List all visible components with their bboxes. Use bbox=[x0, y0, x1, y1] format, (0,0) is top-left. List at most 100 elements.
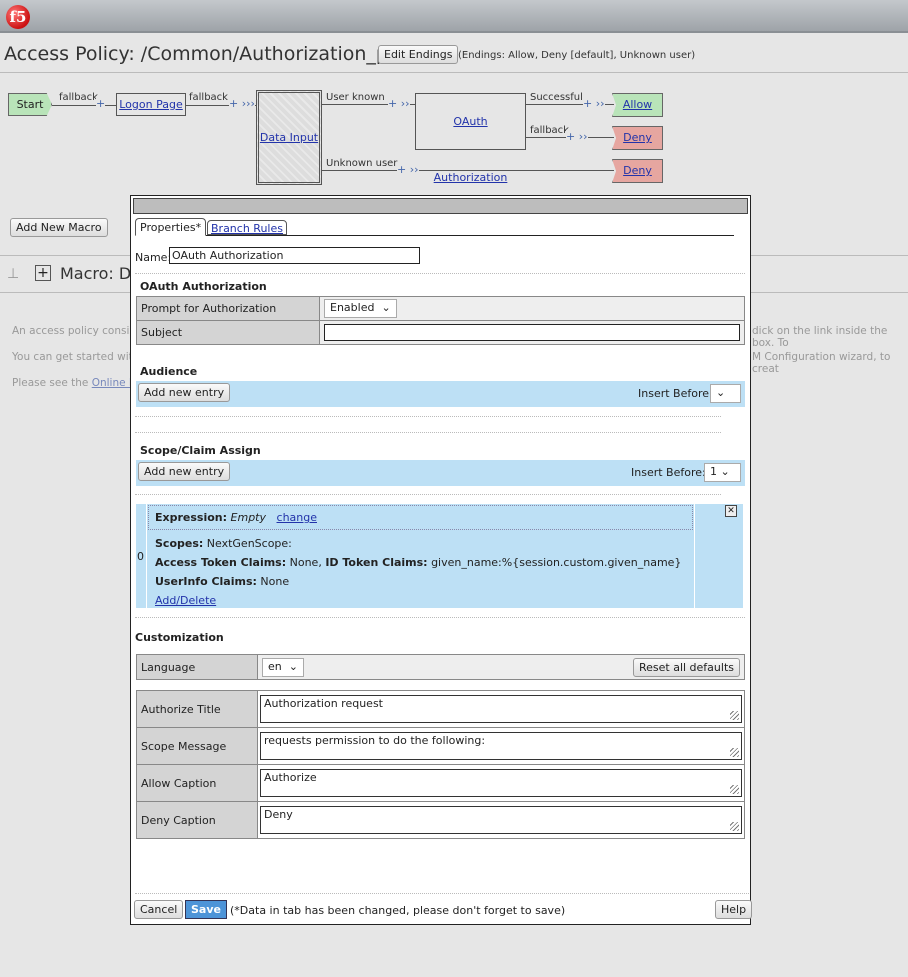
add-item-plus-icon[interactable]: + ›› bbox=[388, 97, 410, 110]
scope-message-textarea[interactable]: requests permission to do the following: bbox=[260, 732, 742, 760]
section-title: OAuth Authorization bbox=[140, 280, 267, 293]
language-table: Language en ⌄ Reset all defaults bbox=[136, 654, 745, 680]
logon-page-link[interactable]: Logon Page bbox=[119, 98, 182, 111]
scope-toolbar: Add new entry Insert Before: 1 ⌄ bbox=[136, 460, 745, 486]
save-button[interactable]: Save bbox=[185, 900, 227, 919]
add-new-macro-button[interactable]: Add New Macro bbox=[10, 218, 108, 237]
field-label: Authorize Title bbox=[136, 690, 258, 728]
audience-toolbar: Add new entry Insert Before: ⌄ bbox=[136, 381, 745, 407]
unsaved-note: (*Data in tab has been changed, please d… bbox=[230, 904, 566, 917]
allow-caption-textarea[interactable]: Authorize bbox=[260, 769, 742, 797]
customization-table: Authorize Title Authorization request Sco… bbox=[136, 690, 745, 839]
expression-row: Expression: Empty change bbox=[148, 505, 693, 530]
macro-expand-icon[interactable]: ⊥ bbox=[7, 266, 19, 282]
help-text: dick on the link inside the box. To bbox=[752, 325, 888, 349]
prompt-value: Enabled bbox=[330, 301, 375, 314]
userinfo-claims-label: UserInfo Claims: bbox=[155, 575, 257, 588]
language-value: en bbox=[268, 659, 282, 673]
name-input[interactable]: OAuth Authorization bbox=[169, 247, 420, 264]
divider bbox=[146, 504, 147, 608]
claims-line: Access Token Claims: None, ID Token Clai… bbox=[155, 556, 681, 569]
allow-ending[interactable]: Allow bbox=[612, 93, 663, 117]
help-text: M Configuration wizard, to creat bbox=[752, 351, 891, 375]
deny-caption-textarea[interactable]: Deny bbox=[260, 806, 742, 834]
prompt-select[interactable]: Enabled ⌄ bbox=[324, 299, 397, 318]
subject-label: Subject bbox=[136, 320, 320, 345]
connector bbox=[322, 170, 614, 171]
audience-add-entry-button[interactable]: Add new entry bbox=[138, 383, 231, 402]
divider bbox=[135, 273, 745, 274]
insert-before-label: Insert Before: bbox=[631, 466, 706, 479]
scope-add-entry-button[interactable]: Add new entry bbox=[138, 462, 231, 481]
f5-logo: f5 bbox=[6, 5, 30, 29]
help-button[interactable]: Help bbox=[715, 900, 753, 919]
cancel-button[interactable]: Cancel bbox=[134, 900, 184, 919]
add-item-plus-icon[interactable]: + ›› bbox=[583, 97, 605, 110]
add-item-plus-icon[interactable]: + ››› bbox=[229, 97, 255, 110]
language-select[interactable]: en ⌄ bbox=[262, 657, 304, 677]
add-delete-link[interactable]: Add/Delete bbox=[155, 594, 216, 607]
prompt-label: Prompt for Authorization bbox=[136, 296, 320, 321]
change-expression-link[interactable]: change bbox=[277, 511, 317, 524]
divider bbox=[694, 504, 695, 608]
name-label: Name: bbox=[135, 251, 172, 264]
deny-ending[interactable]: Deny bbox=[612, 126, 663, 150]
properties-dialog: Properties* Branch Rules Name: OAuth Aut… bbox=[130, 195, 753, 925]
connector bbox=[52, 105, 116, 106]
start-node: Start bbox=[8, 93, 52, 116]
oauth-authorization-link[interactable]: OAuth Authorization bbox=[434, 115, 508, 184]
help-text: You can get started with bbox=[12, 351, 140, 363]
id-token-claims-label: ID Token Claims: bbox=[325, 556, 428, 569]
close-entry-icon[interactable]: ✕ bbox=[725, 505, 737, 517]
userinfo-claims-value: None bbox=[260, 575, 290, 588]
tab-branch-rules[interactable]: Branch Rules bbox=[207, 220, 287, 235]
userinfo-line: UserInfo Claims: None bbox=[155, 575, 289, 588]
language-label: Language bbox=[136, 654, 258, 680]
branch-label: fallback bbox=[530, 125, 569, 136]
field-label: Scope Message bbox=[136, 727, 258, 765]
page-title: Access Policy: /Common/Authorization_pol… bbox=[4, 43, 432, 65]
scopes-label: Scopes: bbox=[155, 537, 204, 550]
add-item-plus-icon[interactable]: + ›› bbox=[397, 163, 419, 176]
scope-insert-before-select[interactable]: 1 ⌄ bbox=[704, 463, 741, 482]
data-input-link[interactable]: Data Input bbox=[260, 131, 318, 144]
divider bbox=[135, 416, 721, 417]
oauth-authorization-node[interactable]: OAuth Authorization bbox=[415, 93, 526, 184]
data-input-node[interactable]: Data Input bbox=[256, 90, 322, 185]
divider bbox=[135, 432, 721, 433]
scopes-line: Scopes: NextGenScope: bbox=[155, 537, 292, 550]
audience-insert-before-select[interactable]: ⌄ bbox=[710, 384, 741, 403]
help-text: Please see the bbox=[12, 377, 92, 389]
help-text: Please see the Online He bbox=[12, 377, 143, 389]
customization-title: Customization bbox=[135, 631, 224, 644]
top-bar bbox=[0, 0, 908, 33]
edit-endings-button[interactable]: Edit Endings bbox=[378, 45, 459, 64]
subject-input[interactable] bbox=[324, 324, 740, 341]
branch-label: fallback bbox=[189, 92, 228, 103]
plus-box-icon[interactable]: + bbox=[35, 265, 51, 281]
branch-label: User known bbox=[326, 92, 385, 103]
deny-ending[interactable]: Deny bbox=[612, 159, 663, 183]
scope-title: Scope/Claim Assign bbox=[140, 444, 261, 457]
help-text: An access policy consists bbox=[12, 325, 145, 337]
reset-all-defaults-button[interactable]: Reset all defaults bbox=[632, 657, 740, 677]
scopes-value: NextGenScope: bbox=[206, 537, 292, 550]
branch-label: Unknown user bbox=[326, 158, 398, 169]
tab-properties[interactable]: Properties* bbox=[135, 218, 207, 236]
allow-link[interactable]: Allow bbox=[623, 98, 652, 111]
authorize-title-textarea[interactable]: Authorization request bbox=[260, 695, 742, 723]
scope-entry-row: 0 Expression: Empty change Scopes: NextG… bbox=[136, 504, 743, 608]
add-item-plus-icon[interactable]: + ›› bbox=[566, 130, 588, 143]
access-token-claims-label: Access Token Claims: bbox=[155, 556, 287, 569]
endings-info: (Endings: Allow, Deny [default], Unknown… bbox=[458, 50, 696, 61]
branch-rules-link[interactable]: Branch Rules bbox=[211, 222, 283, 235]
logon-page-node[interactable]: Logon Page bbox=[116, 93, 186, 116]
macro-title: Macro: D bbox=[60, 264, 132, 283]
dialog-title-bar[interactable] bbox=[133, 198, 748, 214]
insert-value: 1 bbox=[710, 465, 717, 478]
field-label: Deny Caption bbox=[136, 801, 258, 839]
add-item-plus-icon[interactable]: + bbox=[96, 97, 106, 110]
divider bbox=[135, 494, 721, 495]
deny-link[interactable]: Deny bbox=[623, 164, 652, 177]
deny-link[interactable]: Deny bbox=[623, 131, 652, 144]
